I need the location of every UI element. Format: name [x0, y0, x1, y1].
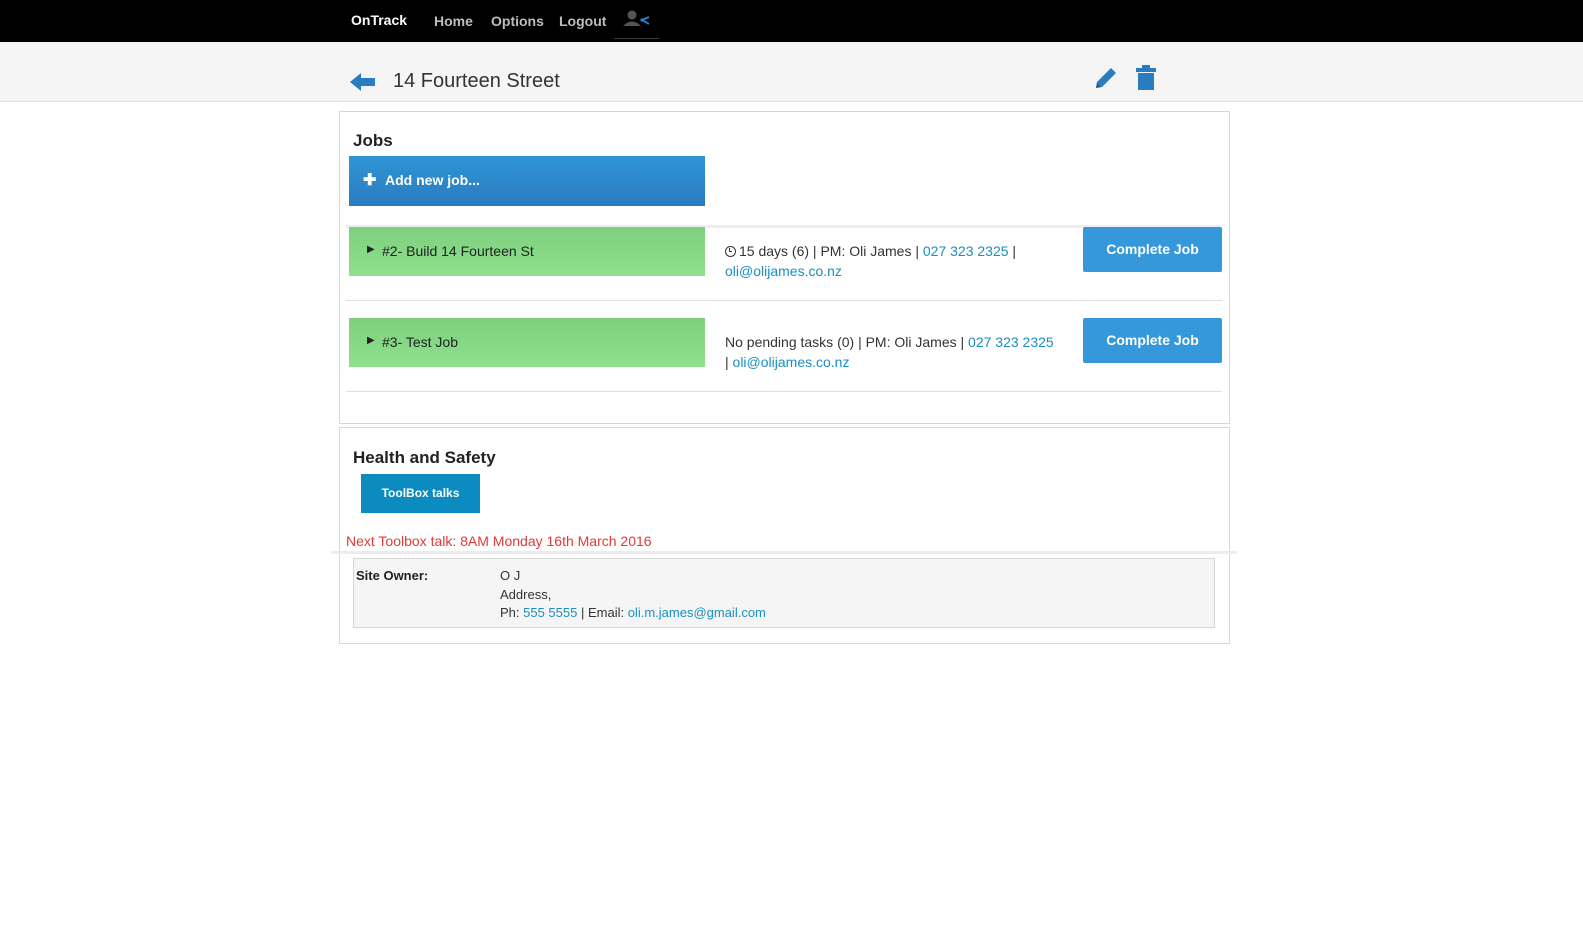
divider	[346, 391, 1222, 392]
caret-right-icon: ▶	[367, 244, 375, 255]
owner-phone-link[interactable]: 555 5555	[523, 605, 577, 620]
job-phone-link[interactable]: 027 323 2325	[968, 334, 1054, 350]
job-toggle-2[interactable]: ▶ #2- Build 14 Fourteen St	[349, 227, 705, 276]
complete-job-button[interactable]: Complete Job	[1083, 318, 1222, 363]
owner-email-link[interactable]: oli.m.james@gmail.com	[628, 605, 766, 620]
job-email-link[interactable]: oli@olijames.co.nz	[725, 263, 842, 279]
job-toggle-3[interactable]: ▶ #3- Test Job	[349, 318, 705, 367]
email-prefix: | Email:	[577, 605, 628, 620]
nav-logout-link[interactable]: Logout	[559, 13, 606, 29]
user-switch-button[interactable]	[614, 0, 659, 39]
job-status: 15 days (6) | PM: Oli James |	[739, 243, 923, 259]
site-owner-label: Site Owner:	[356, 568, 429, 583]
next-toolbox-talk: Next Toolbox talk: 8AM Monday 16th March…	[346, 533, 652, 549]
top-navbar: OnTrack Home Options Logout	[0, 0, 1583, 42]
toolbox-talks-button[interactable]: ToolBox talks	[361, 474, 480, 513]
nav-home-link[interactable]: Home	[434, 13, 473, 29]
page-header: 14 Fourteen Street	[0, 42, 1583, 102]
nav-options-link[interactable]: Options	[491, 13, 544, 29]
add-job-label: Add new job...	[385, 172, 480, 188]
user-share-icon	[623, 10, 650, 26]
caret-right-icon: ▶	[367, 335, 375, 346]
job-email-link[interactable]: oli@olijames.co.nz	[733, 354, 850, 370]
separator: |	[1008, 243, 1017, 259]
owner-address: Address,	[500, 587, 552, 602]
divider	[331, 551, 1237, 554]
owner-name: O J	[500, 568, 521, 583]
brand-logo[interactable]: OnTrack	[351, 12, 407, 28]
job-info: 15 days (6) | PM: Oli James | 027 323 23…	[725, 241, 1055, 281]
complete-job-button[interactable]: Complete Job	[1083, 227, 1222, 272]
job-status: No pending tasks (0) | PM: Oli James |	[725, 334, 969, 350]
phone-prefix: Ph:	[500, 605, 524, 620]
job-name: #3- Test Job	[382, 334, 459, 350]
job-name: #2- Build 14 Fourteen St	[382, 243, 534, 259]
job-info: No pending tasks (0) | PM: Oli James | 0…	[725, 332, 1055, 372]
site-owner-box: Site Owner: O J Address, Ph: 555 5555 | …	[353, 558, 1215, 628]
divider	[346, 300, 1222, 301]
add-job-button[interactable]: ✚ Add new job...	[349, 156, 705, 206]
plus-icon: ✚	[363, 172, 377, 189]
clock-icon	[725, 246, 736, 257]
separator: |	[725, 354, 733, 370]
page-title: 14 Fourteen Street	[393, 70, 560, 92]
owner-contact: Ph: 555 5555 | Email: oli.m.james@gmail.…	[500, 605, 766, 620]
job-phone-link[interactable]: 027 323 2325	[923, 243, 1009, 259]
trash-icon[interactable]	[1135, 65, 1157, 91]
health-safety-heading: Health and Safety	[353, 448, 496, 467]
arrow-left-icon[interactable]	[350, 72, 376, 92]
jobs-heading: Jobs	[353, 131, 393, 150]
pencil-icon[interactable]	[1093, 65, 1119, 91]
